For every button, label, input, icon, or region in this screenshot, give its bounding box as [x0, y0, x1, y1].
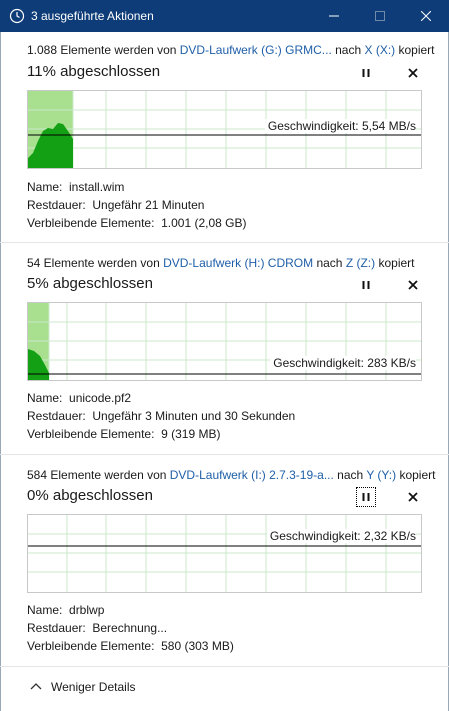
item-count-text: 54 Elemente werden von	[27, 256, 164, 270]
percent-complete: 5% abgeschlossen	[27, 275, 153, 292]
close-icon	[408, 280, 418, 290]
copy-operation-2: 54 Elemente werden von DVD-Laufwerk (H:)…	[0, 243, 449, 455]
copy-operation-1: 1.088 Elemente werden von DVD-Laufwerk (…	[0, 32, 449, 243]
chevron-up-icon	[30, 683, 42, 690]
operation-details: Name: install.wim Restdauer: Ungefähr 21…	[27, 178, 247, 232]
name-value: install.wim	[69, 180, 125, 194]
name-row: Name: drblwp	[27, 601, 234, 619]
cancel-button[interactable]	[404, 488, 422, 506]
pause-icon	[362, 281, 370, 289]
graph-grid	[28, 515, 421, 592]
destination-link[interactable]: Y (Y:)	[366, 468, 396, 482]
close-icon	[408, 68, 418, 78]
less-details-button[interactable]: Weniger Details	[30, 680, 135, 694]
remaining-row: Verbleibende Elemente: 1.001 (2,08 GB)	[27, 214, 247, 232]
suffix-text: kopiert	[395, 43, 435, 57]
pause-icon	[362, 69, 370, 77]
time-value: Berechnung...	[92, 621, 168, 635]
source-link[interactable]: DVD-Laufwerk (I:) 2.7.3-19-a...	[170, 468, 334, 482]
time-row: Restdauer: Ungefähr 21 Minuten	[27, 196, 247, 214]
less-details-label: Weniger Details	[51, 680, 136, 694]
remaining-row: Verbleibende Elemente: 9 (319 MB)	[27, 425, 295, 443]
remaining-value: 9 (319 MB)	[161, 427, 221, 441]
percent-complete: 0% abgeschlossen	[27, 487, 153, 504]
cancel-button[interactable]	[404, 64, 422, 82]
destination-link[interactable]: Z (Z:)	[346, 256, 375, 270]
connector-text: nach	[313, 256, 346, 270]
operation-details: Name: drblwp Restdauer: Berechnung... Ve…	[27, 601, 234, 655]
operation-details: Name: unicode.pf2 Restdauer: Ungefähr 3 …	[27, 389, 295, 443]
time-value: Ungefähr 3 Minuten und 30 Sekunden	[92, 409, 296, 423]
copy-operation-3: 584 Elemente werden von DVD-Laufwerk (I:…	[0, 455, 449, 667]
item-count-text: 584 Elemente werden von	[27, 468, 170, 482]
destination-link[interactable]: X (X:)	[364, 43, 395, 57]
name-label: Name:	[27, 603, 63, 617]
pause-button[interactable]	[357, 276, 375, 294]
item-count-text: 1.088 Elemente werden von	[27, 43, 180, 57]
maximize-icon	[375, 11, 385, 21]
percent-complete: 11% abgeschlossen	[27, 63, 161, 80]
connector-text: nach	[333, 468, 367, 482]
name-value: drblwp	[69, 603, 105, 617]
name-label: Name:	[27, 180, 63, 194]
name-value: unicode.pf2	[69, 391, 132, 405]
time-label: Restdauer:	[27, 198, 86, 212]
speed-label: Geschwindigkeit: 283 KB/s	[270, 356, 416, 370]
time-label: Restdauer:	[27, 621, 86, 635]
close-window-button[interactable]	[403, 0, 449, 32]
maximize-button[interactable]	[357, 0, 403, 32]
minimize-icon	[329, 15, 339, 17]
remaining-label: Verbleibende Elemente:	[27, 427, 155, 441]
time-label: Restdauer:	[27, 409, 86, 423]
name-row: Name: unicode.pf2	[27, 389, 295, 407]
connector-text: nach	[331, 43, 365, 57]
title-bar: 3 ausgeführte Aktionen	[0, 0, 449, 32]
close-icon	[421, 11, 431, 21]
time-row: Restdauer: Ungefähr 3 Minuten und 30 Sek…	[27, 407, 295, 425]
window-title: 3 ausgeführte Aktionen	[31, 9, 154, 23]
name-label: Name:	[27, 391, 63, 405]
speed-graph-canvas	[28, 515, 421, 592]
remaining-label: Verbleibende Elemente:	[27, 216, 155, 230]
name-row: Name: install.wim	[27, 178, 247, 196]
minimize-button[interactable]	[311, 0, 357, 32]
cancel-button[interactable]	[404, 276, 422, 294]
operation-description: 54 Elemente werden von DVD-Laufwerk (H:)…	[27, 255, 415, 271]
source-link[interactable]: DVD-Laufwerk (H:) CDROM	[163, 256, 313, 270]
pause-button[interactable]	[357, 64, 375, 82]
close-icon	[408, 492, 418, 502]
speed-label: Geschwindigkeit: 2,32 KB/s	[266, 529, 416, 543]
remaining-label: Verbleibende Elemente:	[27, 639, 155, 653]
remaining-row: Verbleibende Elemente: 580 (303 MB)	[27, 637, 234, 655]
time-value: Ungefähr 21 Minuten	[92, 198, 205, 212]
copy-operation-icon	[9, 8, 25, 24]
pause-icon	[362, 493, 370, 501]
speed-label: Geschwindigkeit: 5,54 MB/s	[264, 119, 416, 133]
pause-button[interactable]	[356, 487, 376, 507]
speed-graph: Geschwindigkeit: 283 KB/s	[27, 302, 422, 381]
time-row: Restdauer: Berechnung...	[27, 619, 234, 637]
operation-description: 1.088 Elemente werden von DVD-Laufwerk (…	[27, 42, 435, 58]
dialog-footer: Weniger Details	[0, 667, 449, 711]
suffix-text: kopiert	[396, 468, 436, 482]
remaining-value: 580 (303 MB)	[161, 639, 234, 653]
speed-graph: Geschwindigkeit: 2,32 KB/s	[27, 514, 422, 593]
suffix-text: kopiert	[375, 256, 415, 270]
operation-description: 584 Elemente werden von DVD-Laufwerk (I:…	[27, 467, 435, 483]
remaining-value: 1.001 (2,08 GB)	[161, 216, 247, 230]
speed-graph: Geschwindigkeit: 5,54 MB/s	[27, 90, 422, 169]
source-link[interactable]: DVD-Laufwerk (G:) GRMC...	[180, 43, 332, 57]
